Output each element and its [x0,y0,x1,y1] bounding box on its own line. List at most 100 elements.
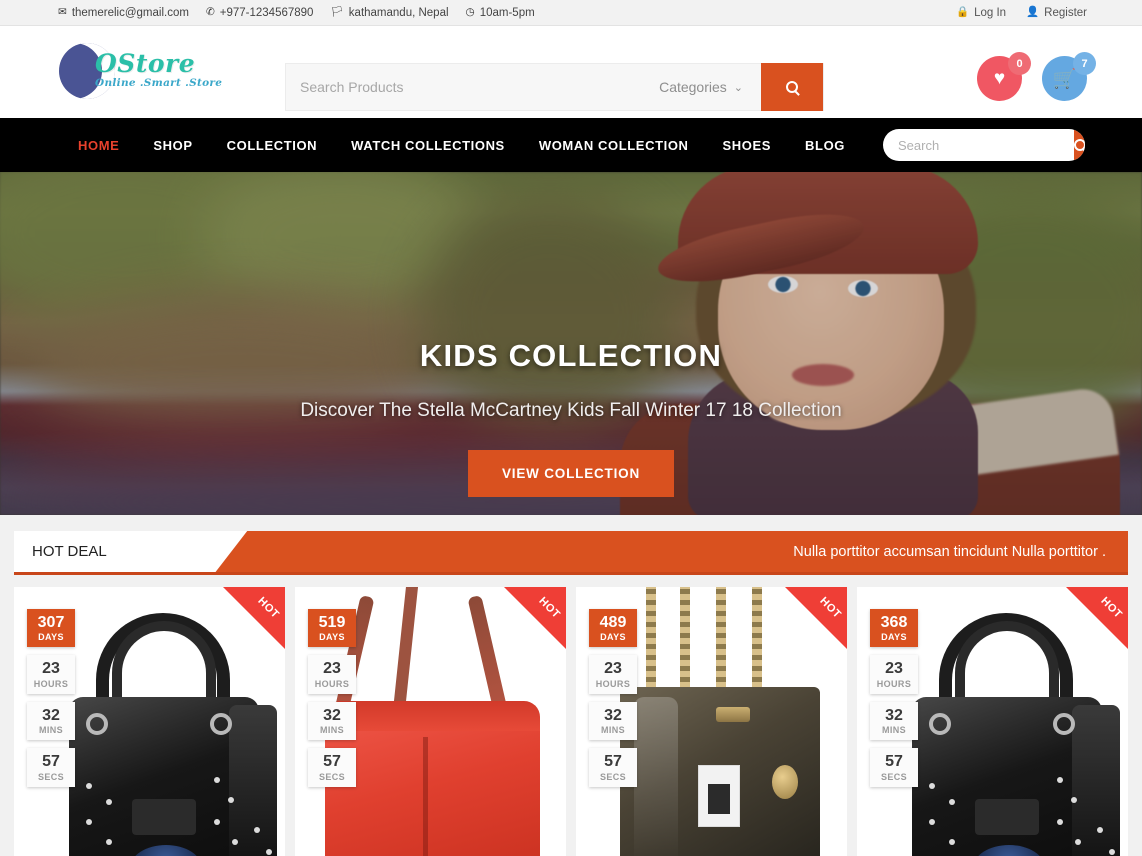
countdown-secs: 57 SECS [308,748,356,787]
user-icon: 👤 [1026,6,1040,19]
countdown-days: 307 DAYS [27,609,75,648]
wishlist-button[interactable]: ♥ 0 [977,52,1031,101]
hot-ribbon-label: HOT [817,595,844,621]
countdown-hours-label: HOURS [876,678,912,689]
chevron-down-icon: ⌄ [733,81,743,94]
countdown-mins-value: 32 [323,706,341,724]
countdown-secs-label: SECS [318,771,346,782]
countdown-days: 368 DAYS [870,609,918,648]
top-info-bar: ✉ themerelic@gmail.com ✆ +977-1234567890… [0,0,1142,26]
categories-dropdown[interactable]: Categories ⌄ [659,79,761,95]
countdown-hours: 23 HOURS [870,655,918,694]
countdown-hours: 23 HOURS [589,655,637,694]
countdown-mins-label: MINS [600,725,626,736]
countdown-hours: 23 HOURS [308,655,356,694]
nav-item-watch-collections[interactable]: WATCH COLLECTIONS [351,138,505,153]
logo-text-group: OStore Online .Smart .Store [95,49,222,89]
header-action-icons: ♥ 0 🛒 7 [977,52,1096,101]
search-icon [786,81,798,93]
countdown-mins-label: MINS [881,725,907,736]
countdown-hours-value: 23 [323,660,341,678]
hot-ribbon: HOT [1066,587,1128,649]
countdown-secs: 57 SECS [589,748,637,787]
contact-location: 🏳 kathamandu, Nepal [330,7,448,19]
hot-ribbon: HOT [785,587,847,649]
nav-item-woman-collection[interactable]: WOMAN COLLECTION [539,138,689,153]
contact-phone-text: +977-1234567890 [219,6,314,19]
countdown-days-value: 368 [880,614,908,631]
hero-content: KIDS COLLECTION Discover The Stella McCa… [0,172,1142,515]
site-logo[interactable]: OStore Online .Smart .Store [55,41,255,103]
hot-deal-product-list: HOT 307 DAYS 23 HOURS 32 MINS 57 SECS HO… [0,575,1142,856]
countdown-secs-label: SECS [880,771,908,782]
contact-email-text: themerelic@gmail.com [71,6,189,19]
countdown-days-label: DAYS [319,632,345,643]
countdown-secs: 57 SECS [27,748,75,787]
nav-search-input[interactable] [883,137,1074,153]
hot-ribbon: HOT [223,587,285,649]
hero-subtitle: Discover The Stella McCartney Kids Fall … [300,400,842,421]
logo-tagline: Online .Smart .Store [95,77,223,89]
hot-ribbon-label: HOT [255,595,282,621]
countdown-timer: 307 DAYS 23 HOURS 32 MINS 57 SECS [27,609,75,787]
nav-item-blog[interactable]: BLOG [805,138,845,153]
nav-item-collection[interactable]: COLLECTION [227,138,318,153]
countdown-mins-label: MINS [38,725,64,736]
hot-deal-label: HOT DEAL [14,531,248,572]
countdown-days-value: 307 [37,614,65,631]
search-submit-button[interactable] [761,63,823,111]
nav-item-shop[interactable]: SHOP [153,138,192,153]
product-card[interactable]: HOT 489 DAYS 23 HOURS 32 MINS 57 SECS [576,587,847,856]
login-label: Log In [974,6,1007,19]
countdown-secs: 57 SECS [870,748,918,787]
contact-phone[interactable]: ✆ +977-1234567890 [206,7,314,19]
countdown-mins: 32 MINS [870,701,918,741]
countdown-days-label: DAYS [38,632,64,643]
cart-button[interactable]: 🛒 7 [1042,52,1096,101]
cart-count-badge: 7 [1073,52,1096,75]
contact-hours: ◷ 10am-5pm [466,7,535,19]
countdown-mins: 32 MINS [27,701,75,741]
countdown-hours-label: HOURS [595,678,631,689]
contact-hours-text: 10am-5pm [479,6,535,19]
countdown-secs-label: SECS [37,771,65,782]
register-link[interactable]: 👤 Register [1026,7,1087,19]
nav-item-shoes[interactable]: SHOES [723,138,772,153]
map-icon: 🏳 [330,6,344,19]
product-card[interactable]: HOT 519 DAYS 23 HOURS 32 MINS 57 SECS [295,587,566,856]
countdown-mins: 32 MINS [589,701,637,741]
clock-icon: ◷ [465,6,475,19]
nav-item-home[interactable]: HOME [78,138,119,153]
account-links: 🔒 Log In 👤 Register [956,7,1087,19]
countdown-secs-value: 57 [323,753,341,771]
countdown-mins-value: 32 [604,706,622,724]
nav-search-submit-button[interactable] [1074,129,1085,161]
search-icon [1074,139,1085,151]
nav-links-group: HOME SHOP COLLECTION WATCH COLLECTIONS W… [78,138,845,153]
lock-icon: 🔒 [956,6,970,19]
hero-title: KIDS COLLECTION [419,338,723,373]
countdown-timer: 519 DAYS 23 HOURS 32 MINS 57 SECS [308,609,356,787]
hot-deal-message: Nulla porttitor accumsan tincidunt Nulla… [793,543,1106,560]
countdown-days-label: DAYS [600,632,626,643]
main-navigation: HOME SHOP COLLECTION WATCH COLLECTIONS W… [0,118,1142,172]
countdown-secs-value: 57 [885,753,903,771]
hot-deal-bar: HOT DEAL Nulla porttitor accumsan tincid… [14,531,1128,575]
register-label: Register [1044,6,1087,19]
hot-ribbon: HOT [504,587,566,649]
countdown-secs-value: 57 [42,753,60,771]
product-card[interactable]: HOT 307 DAYS 23 HOURS 32 MINS 57 SECS [14,587,285,856]
countdown-hours-value: 23 [885,660,903,678]
countdown-days-value: 489 [599,614,627,631]
countdown-timer: 368 DAYS 23 HOURS 32 MINS 57 SECS [870,609,918,787]
view-collection-button[interactable]: VIEW COLLECTION [468,450,674,497]
search-input[interactable] [286,64,660,110]
countdown-mins: 32 MINS [308,701,356,741]
countdown-days-label: DAYS [881,632,907,643]
product-card[interactable]: HOT 368 DAYS 23 HOURS 32 MINS 57 SECS [857,587,1128,856]
contact-location-text: kathamandu, Nepal [348,6,449,19]
countdown-hours-value: 23 [604,660,622,678]
countdown-mins-value: 32 [885,706,903,724]
login-link[interactable]: 🔒 Log In [956,7,1006,19]
contact-email[interactable]: ✉ themerelic@gmail.com [58,7,189,19]
